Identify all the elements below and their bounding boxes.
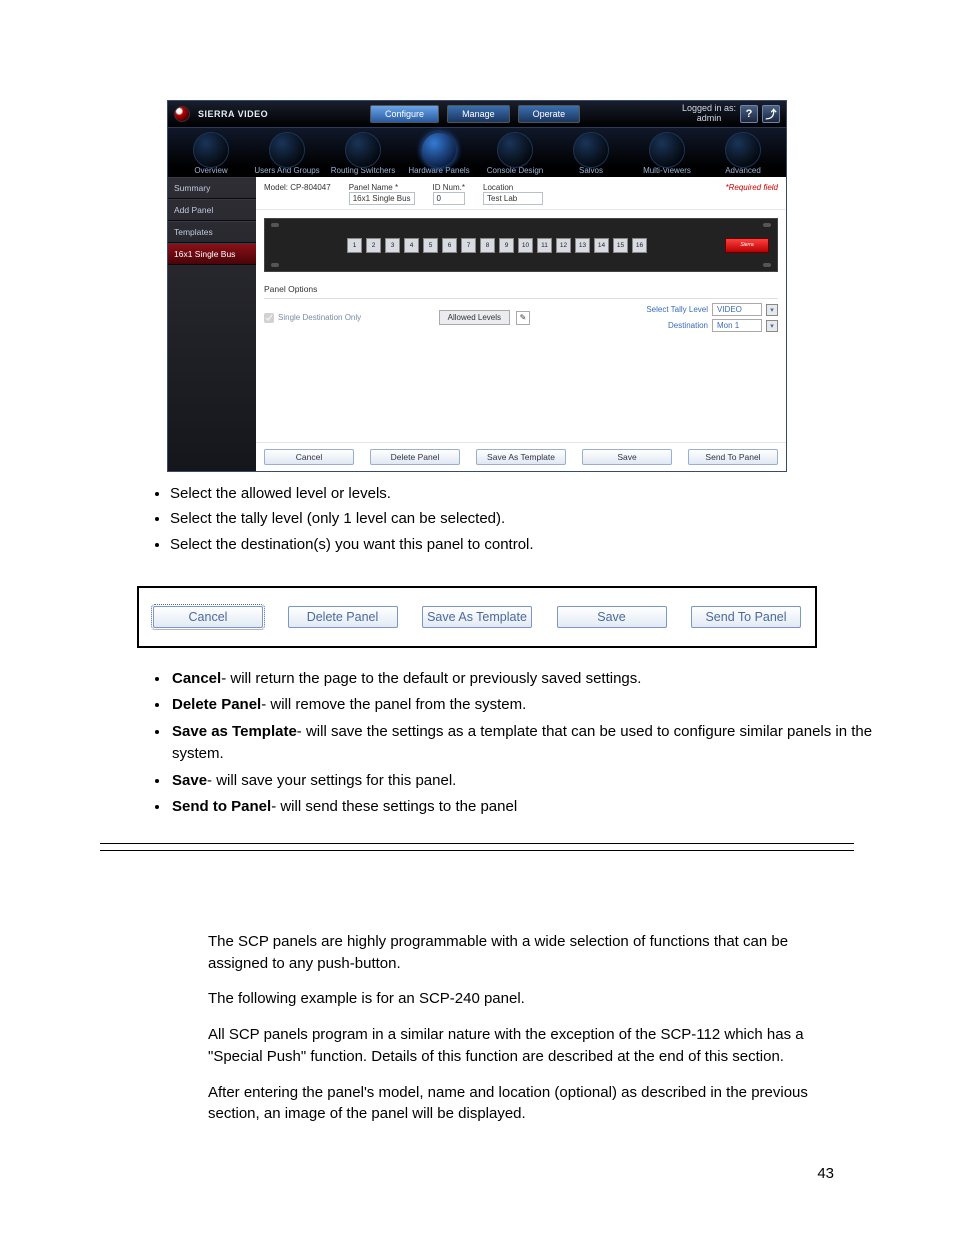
main-content: Model: CP-804047 Panel Name * 16x1 Singl… [256,177,786,471]
tab-operate[interactable]: Operate [518,105,581,123]
panel-button[interactable]: 5 [423,238,438,253]
subtab-overview[interactable]: Overview [174,132,248,177]
panel-button[interactable]: 6 [442,238,457,253]
sidebar-item-templates[interactable]: Templates [168,221,256,243]
list-item: Cancel- will return the page to the defa… [170,668,894,691]
subtab-strip: Overview Users And Groups Routing Switch… [168,127,786,177]
panel-button[interactable]: 13 [575,238,590,253]
panel-options-section: Panel Options Single Destination Only Al… [256,280,786,442]
subtab-multiviewers[interactable]: Multi-Viewers [630,132,704,177]
tally-level-label: Select Tally Level [646,305,708,314]
panel-button[interactable]: 12 [556,238,571,253]
panel-button[interactable]: 15 [613,238,628,253]
panel-options-title: Panel Options [264,284,778,294]
delete-panel-button[interactable]: Delete Panel [370,449,460,465]
form-row: Model: CP-804047 Panel Name * 16x1 Singl… [256,177,786,210]
subtab-routing[interactable]: Routing Switchers [326,132,400,177]
tab-manage[interactable]: Manage [447,105,510,123]
list-item: Select the tally level (only 1 level can… [170,507,894,530]
tab-configure[interactable]: Configure [370,105,439,123]
paragraph: The SCP panels are highly programmable w… [208,931,844,975]
panel-visual: 1 2 3 4 5 6 7 8 9 10 11 12 13 14 15 16 S [264,218,778,272]
paragraph: After entering the panel's model, name a… [208,1082,844,1126]
single-destination-checkbox[interactable] [264,313,274,323]
panel-button[interactable]: 1 [347,238,362,253]
panel-button[interactable]: 2 [366,238,381,253]
panel-brand-chip: Sierra [725,238,769,253]
panel-button[interactable]: 14 [594,238,609,253]
topbar: SIERRA VIDEO Configure Manage Operate Lo… [168,101,786,127]
tally-level-select[interactable]: VIDEO [712,303,762,316]
subtab-users[interactable]: Users And Groups [250,132,324,177]
screw-icon [271,223,279,227]
edit-icon[interactable]: ✎ [516,311,530,325]
divider [100,843,854,844]
panel-button[interactable]: 8 [480,238,495,253]
paragraph: All SCP panels program in a similar natu… [208,1024,844,1068]
divider [100,850,854,851]
sidebar: Summary Add Panel Templates 16x1 Single … [168,177,256,471]
logout-icon[interactable]: ⤴ [762,105,780,123]
list-item: Save- will save your settings for this p… [170,770,894,793]
single-destination-label: Single Destination Only [278,313,361,322]
screw-icon [763,263,771,267]
dropdown-icon[interactable]: ▾ [766,320,778,332]
location-label: Location [483,183,543,192]
cancel-button[interactable]: Cancel [153,606,263,628]
destination-label: Destination [668,321,708,330]
app-window: SIERRA VIDEO Configure Manage Operate Lo… [167,100,787,472]
button-bar-figure: Cancel Delete Panel Save As Template Sav… [137,586,817,648]
list-item: Delete Panel- will remove the panel from… [170,694,894,717]
panel-button[interactable]: 4 [404,238,419,253]
login-status: Logged in as: admin ? ⤴ [682,104,780,124]
save-button[interactable]: Save [557,606,667,628]
page-number: 43 [60,1165,834,1182]
help-icon[interactable]: ? [740,105,758,123]
button-description-list: Cancel- will return the page to the defa… [130,668,894,819]
sidebar-item-summary[interactable]: Summary [168,177,256,199]
panel-button[interactable]: 10 [518,238,533,253]
location-input[interactable]: Test Lab [483,192,543,205]
brand-logo-icon [174,106,190,122]
login-user: admin [682,114,736,124]
screw-icon [763,223,771,227]
list-item: Save as Template- will save the settings… [170,721,894,766]
sidebar-item-16x1[interactable]: 16x1 Single Bus [168,243,256,265]
subtab-console[interactable]: Console Design [478,132,552,177]
destination-select[interactable]: Mon 1 [712,319,762,332]
save-as-template-button[interactable]: Save As Template [476,449,566,465]
screw-icon [271,263,279,267]
subtab-salvos[interactable]: Salvos [554,132,628,177]
paragraph: The following example is for an SCP-240 … [208,988,844,1010]
subtab-advanced[interactable]: Advanced [706,132,780,177]
send-to-panel-button[interactable]: Send To Panel [691,606,801,628]
sidebar-item-add-panel[interactable]: Add Panel [168,199,256,221]
allowed-levels-button[interactable]: Allowed Levels [439,310,510,325]
list-item: Send to Panel- will send these settings … [170,796,894,819]
delete-panel-button[interactable]: Delete Panel [288,606,398,628]
list-item: Select the allowed level or levels. [170,482,894,505]
id-num-input[interactable]: 0 [433,192,465,205]
save-as-template-button[interactable]: Save As Template [422,606,532,628]
dropdown-icon[interactable]: ▾ [766,304,778,316]
model-label: Model: CP-804047 [264,183,331,192]
cancel-button[interactable]: Cancel [264,449,354,465]
id-num-label: ID Num.* [433,183,465,192]
subtab-hardware-panels[interactable]: Hardware Panels [402,132,476,177]
panel-button[interactable]: 9 [499,238,514,253]
action-button-row: Cancel Delete Panel Save As Template Sav… [256,442,786,471]
brand-text: SIERRA VIDEO [198,109,268,119]
list-item: Select the destination(s) you want this … [170,533,894,556]
send-to-panel-button[interactable]: Send To Panel [688,449,778,465]
panel-name-label: Panel Name * [349,183,415,192]
save-button[interactable]: Save [582,449,672,465]
panel-button[interactable]: 16 [632,238,647,253]
required-field-note: *Required field [726,183,778,192]
panel-button[interactable]: 3 [385,238,400,253]
panel-button[interactable]: 11 [537,238,552,253]
panel-name-input[interactable]: 16x1 Single Bus [349,192,415,205]
panel-button[interactable]: 7 [461,238,476,253]
instruction-list: Select the allowed level or levels. Sele… [170,482,894,556]
